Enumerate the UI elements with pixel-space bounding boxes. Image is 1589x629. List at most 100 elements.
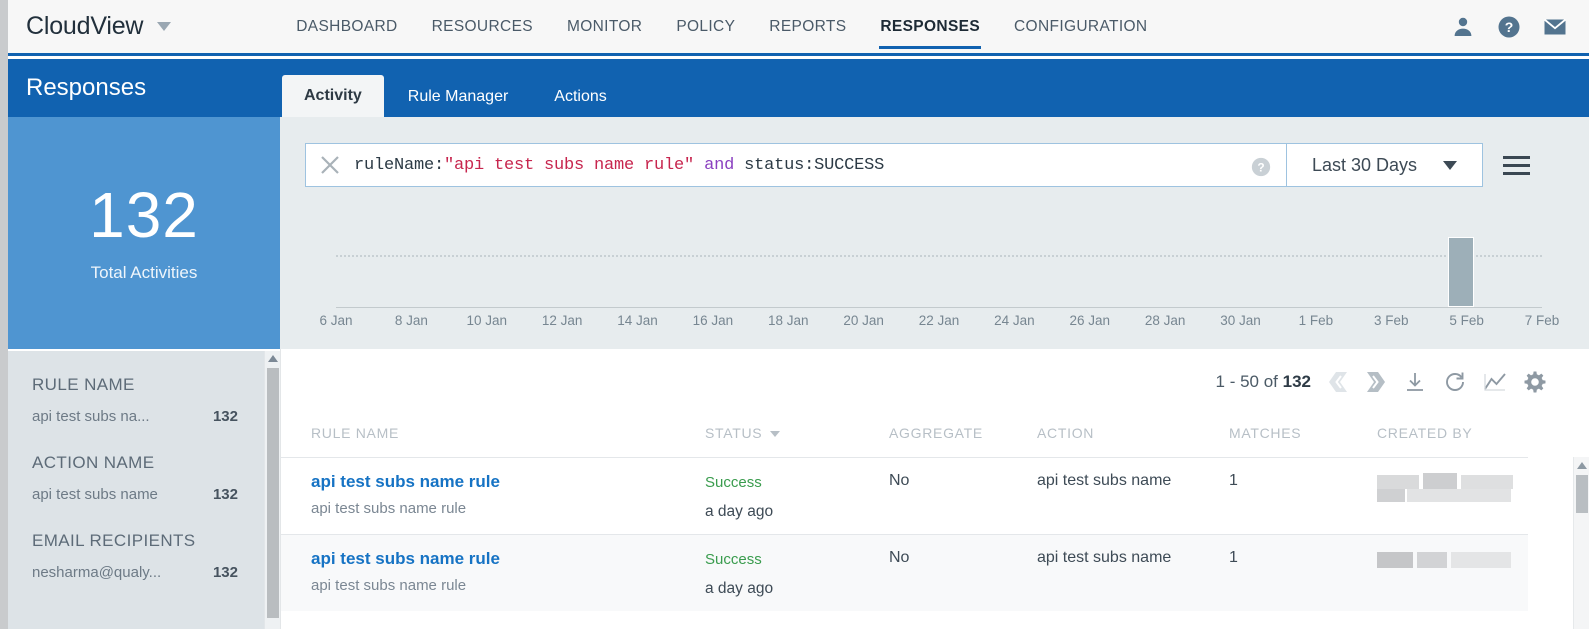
chart-x-tick-labels: 6 Jan 8 Jan 10 Jan 12 Jan 14 Jan 16 Jan 18 Jan… <box>319 309 1559 333</box>
facet-item-count: 132 <box>212 486 238 503</box>
cell-matches: 1 <box>1229 549 1238 566</box>
cell-aggregate: No <box>889 549 910 566</box>
chevron-up-icon[interactable] <box>268 355 278 362</box>
rule-name-link[interactable]: api test subs name rule <box>311 472 500 492</box>
facet-item[interactable]: api test subs na... 132 <box>32 408 238 425</box>
activity-histogram: 6 Jan 8 Jan 10 Jan 12 Jan 14 Jan 16 Jan 18 Jan… <box>319 223 1559 333</box>
total-activities-stat: 132 Total Activities <box>8 117 280 349</box>
chart-tick-label: 6 Jan <box>319 313 353 328</box>
search-and-chart-area: ruleName:"api test subs name rule" and s… <box>280 117 1589 349</box>
cell-rule-name: api test subs name rule api test subs na… <box>311 549 500 594</box>
pagination-info: 1 - 50 of 132 <box>1216 372 1311 392</box>
results-table-body: api test subs name rule api test subs na… <box>281 457 1589 629</box>
facet-item-count: 132 <box>212 408 238 425</box>
redacted-user-name <box>1377 473 1513 502</box>
nav-item-policy[interactable]: POLICY <box>659 0 752 55</box>
mail-icon[interactable] <box>1543 15 1567 39</box>
tab-activity[interactable]: Activity <box>282 75 384 117</box>
chart-tick-label: 26 Jan <box>1069 313 1111 328</box>
chart-bar[interactable] <box>1447 237 1474 307</box>
search-input[interactable]: ruleName:"api test subs name rule" and s… <box>305 143 1287 187</box>
help-icon[interactable]: ? <box>1497 15 1521 39</box>
tab-rule-manager[interactable]: Rule Manager <box>386 77 531 117</box>
scrollbar-thumb[interactable] <box>1576 475 1588 513</box>
user-icon[interactable] <box>1451 15 1475 39</box>
chart-plot-area <box>336 223 1542 308</box>
chevron-down-icon <box>1443 160 1458 170</box>
rule-name-link[interactable]: api test subs name rule <box>311 549 500 569</box>
chevron-right-page-icon[interactable] <box>1365 369 1387 395</box>
sort-descending-icon <box>770 431 781 438</box>
chart-tick-label: 30 Jan <box>1220 313 1261 328</box>
nav-item-dashboard[interactable]: DASHBOARD <box>279 0 414 55</box>
nav-item-configuration[interactable]: CONFIGURATION <box>997 0 1164 55</box>
chevron-left-page-icon[interactable] <box>1327 369 1349 395</box>
trend-chart-icon[interactable] <box>1483 370 1507 394</box>
results-panel: 1 - 50 of 132 RULE NAME STATUS AGGREGATE… <box>280 349 1589 629</box>
left-panel-scrollbar[interactable] <box>264 351 280 629</box>
column-header-matches[interactable]: MATCHES <box>1229 425 1301 441</box>
results-toolbar: 1 - 50 of 132 <box>1216 369 1547 395</box>
nav-item-monitor[interactable]: MONITOR <box>550 0 659 55</box>
left-panel-header: Responses <box>8 59 280 117</box>
facet-item[interactable]: nesharma@qualy... 132 <box>32 564 238 581</box>
download-icon[interactable] <box>1403 370 1427 394</box>
cell-created-by <box>1377 473 1517 508</box>
window-edge-strip <box>0 0 8 629</box>
chart-tick-label: 20 Jan <box>843 313 884 328</box>
brand-menu[interactable]: CloudView <box>26 12 172 41</box>
date-range-label: Last 30 Days <box>1311 154 1418 175</box>
cell-action: api test subs name <box>1037 472 1172 489</box>
scrollbar-thumb[interactable] <box>267 368 279 618</box>
brand-name: CloudView <box>26 12 144 40</box>
column-header-aggregate[interactable]: AGGREGATE <box>889 425 983 441</box>
cell-action: api test subs name <box>1037 549 1172 566</box>
close-x-icon[interactable] <box>318 153 342 177</box>
search-query-text: ruleName:"api test subs name rule" and s… <box>354 156 884 175</box>
pagination-total: 132 <box>1282 372 1311 391</box>
top-navigation-icons: ? <box>1451 15 1567 39</box>
tab-actions[interactable]: Actions <box>532 77 628 117</box>
facet-title: RULE NAME <box>32 375 135 394</box>
main-menu: DASHBOARD RESOURCES MONITOR POLICY REPOR… <box>279 0 1164 55</box>
search-row: ruleName:"api test subs name rule" and s… <box>305 143 1530 187</box>
gear-icon[interactable] <box>1523 370 1547 394</box>
facet-rule-name: RULE NAME api test subs na... 132 <box>32 375 264 425</box>
results-table-header: RULE NAME STATUS AGGREGATE ACTION MATCHE… <box>281 417 1589 457</box>
chart-tick-label: 28 Jan <box>1144 313 1186 328</box>
chart-tick-label: 24 Jan <box>994 313 1035 328</box>
facet-item[interactable]: api test subs name 132 <box>32 486 238 503</box>
chevron-up-icon[interactable] <box>1577 462 1587 469</box>
query-token-string: "api test subs name rule" <box>444 155 695 175</box>
cell-status: Success a day ago <box>705 474 773 521</box>
pagination-range: 1 - 50 of <box>1215 372 1283 391</box>
results-table-scrollbar[interactable] <box>1573 457 1589 629</box>
chart-tick-label: 12 Jan <box>541 313 583 328</box>
column-header-created-by[interactable]: CREATED BY <box>1377 425 1472 441</box>
chart-tick-label: 22 Jan <box>918 313 960 328</box>
svg-text:?: ? <box>1257 161 1264 175</box>
chart-tick-label: 14 Jan <box>617 313 658 328</box>
help-circle-icon[interactable]: ? <box>1250 156 1272 178</box>
nav-item-reports[interactable]: REPORTS <box>752 0 863 55</box>
total-activities-value: 132 <box>89 179 199 251</box>
page-title: Responses <box>26 74 147 101</box>
facet-filter-list: RULE NAME api test subs na... 132 ACTION… <box>8 351 264 629</box>
chart-tick-label: 3 Feb <box>1373 313 1409 328</box>
refresh-icon[interactable] <box>1443 370 1467 394</box>
hamburger-menu-icon[interactable] <box>1503 155 1530 175</box>
table-row[interactable]: api test subs name rule api test subs na… <box>281 457 1528 534</box>
column-header-rule-name[interactable]: RULE NAME <box>311 425 399 441</box>
status-badge: Success <box>705 474 762 491</box>
column-header-action[interactable]: ACTION <box>1037 425 1094 441</box>
status-timestamp: a day ago <box>705 580 774 597</box>
date-range-selector[interactable]: Last 30 Days <box>1287 143 1483 187</box>
column-header-status-label: STATUS <box>705 425 763 441</box>
table-row[interactable]: api test subs name rule api test subs na… <box>281 534 1528 611</box>
column-header-status[interactable]: STATUS <box>705 425 781 441</box>
nav-item-responses[interactable]: RESPONSES <box>863 0 997 55</box>
cell-rule-name: api test subs name rule api test subs na… <box>311 472 500 517</box>
nav-item-resources[interactable]: RESOURCES <box>415 0 550 55</box>
svg-text:?: ? <box>1505 19 1514 35</box>
facet-item-label: api test subs name <box>32 486 158 503</box>
